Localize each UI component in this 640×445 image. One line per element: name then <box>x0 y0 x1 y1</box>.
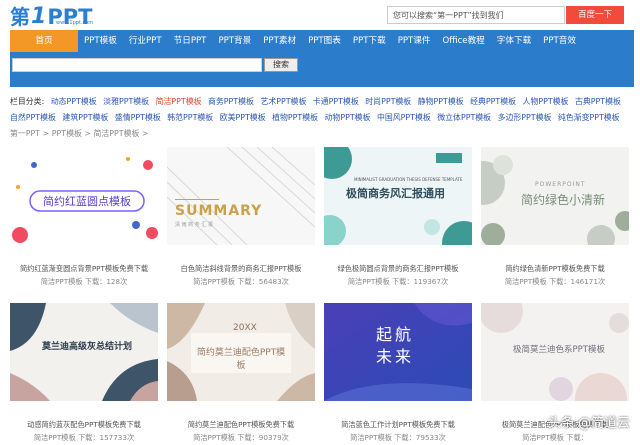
template-card[interactable]: 20XX 简约莫兰迪配色PPT模板 简约莫兰迪配色PPT模板免费下载 简洁PPT… <box>167 303 315 443</box>
template-title[interactable]: 简约红蓝渐变圆点背景PPT模板免费下载 <box>10 264 158 274</box>
nav-item-charts[interactable]: PPT图表 <box>302 30 347 52</box>
category-link[interactable]: 纯色渐变PPT模板 <box>558 113 620 122</box>
template-title[interactable]: 简约绿色清新PPT模板免费下载 <box>481 264 629 274</box>
template-card[interactable]: SUMMARY 清 雨 商 务 汇 报 白色简洁斜线背景的商务汇报PPT模板 简… <box>167 147 315 287</box>
baidu-search-button[interactable]: 百度一下 <box>566 6 624 24</box>
logo-url: www.1ppt.com <box>56 20 94 26</box>
template-title[interactable]: 简约莫兰迪配色PPT模板免费下载 <box>167 420 315 430</box>
template-card[interactable]: 莫兰迪高级灰总结计划 动感简约蓝灰配色PPT模板免费下载 简洁PPT模板 下载：… <box>10 303 158 443</box>
logo-zh: 第 <box>10 5 30 29</box>
nav-item-courseware[interactable]: PPT课件 <box>392 30 437 52</box>
nav-item-office[interactable]: Office教程 <box>437 30 491 52</box>
thumb-text: 莫兰迪高级灰总结计划 <box>42 342 133 352</box>
category-link[interactable]: 人物PPT模板 <box>523 97 569 106</box>
thumb-text: 简约绿色小清新 <box>521 193 606 207</box>
category-link[interactable]: 植物PPT模板 <box>272 113 318 122</box>
site-search-bar: 搜索 <box>10 52 634 87</box>
template-card[interactable]: 起航 未来 简洁蓝色工作计划PPT模板免费下载 简洁PPT模板 下载：79533… <box>324 303 472 443</box>
category-link[interactable]: 静物PPT模板 <box>418 97 464 106</box>
template-meta: 简洁PPT模板 下载：119367次 <box>347 277 449 286</box>
template-meta: 简洁PPT模板 下载：79533次 <box>350 433 446 442</box>
template-title[interactable]: 简洁蓝色工作计划PPT模板免费下载 <box>324 420 472 430</box>
template-meta: 简洁PPT模板 下载：157733次 <box>33 433 135 442</box>
template-title[interactable]: 动感简约蓝灰配色PPT模板免费下载 <box>10 420 158 430</box>
site-search-button[interactable]: 搜索 <box>264 58 298 72</box>
category-link[interactable]: 盛情PPT模板 <box>115 113 161 122</box>
thumb-sub: 20XX <box>233 323 257 333</box>
nav-item-holiday[interactable]: 节日PPT <box>168 30 213 52</box>
watermark: 头条 @简道云 <box>547 416 630 431</box>
template-thumbnail[interactable]: SUMMARY 清 雨 商 务 汇 报 <box>167 147 315 245</box>
template-thumbnail[interactable]: 简约红蓝圆点模板 <box>10 147 158 245</box>
template-title[interactable]: 白色简洁斜线背景的商务汇报PPT模板 <box>167 264 315 274</box>
category-link[interactable]: 经典PPT模板 <box>470 97 516 106</box>
category-link[interactable]: 中国风PPT模板 <box>377 113 431 122</box>
breadcrumb[interactable]: 第一PPT > PPT模板 > 简洁PPT模板 > <box>10 128 149 139</box>
thumb-text: 简约莫兰迪配色PPT模板 <box>196 348 286 371</box>
category-link[interactable]: 卡通PPT模板 <box>313 97 359 106</box>
template-thumbnail[interactable]: 起航 未来 <box>324 303 472 401</box>
category-link[interactable]: 动态PPT模板 <box>51 97 97 106</box>
site-logo[interactable]: 第 1 PPT www.1ppt.com <box>10 2 94 29</box>
site-search-input[interactable] <box>12 58 262 72</box>
thumb-sub: 未来 <box>376 347 415 366</box>
category-link[interactable]: 古典PPT模板 <box>575 97 621 106</box>
nav-item-home[interactable]: 首页 <box>10 30 78 52</box>
template-meta: 简洁PPT模板 下载：90379次 <box>193 433 289 442</box>
thumb-text: 简约红蓝圆点模板 <box>43 195 131 208</box>
template-card[interactable]: POWERPOINT 简约绿色小清新 简约绿色清新PPT模板免费下载 简洁PPT… <box>481 147 629 287</box>
template-meta: 简洁PPT模板 下载：56483次 <box>193 277 289 286</box>
template-thumbnail[interactable]: 20XX 简约莫兰迪配色PPT模板 <box>167 303 315 401</box>
nav-item-fonts[interactable]: 字体下载 <box>491 30 537 52</box>
category-row-1: 栏目分类: 动态PPT模板 淡雅PPT模板 简洁PPT模板 商务PPT模板 艺术… <box>10 94 634 110</box>
thumb-text: SUMMARY <box>175 203 263 219</box>
category-label: 栏目分类: <box>10 97 45 106</box>
category-link[interactable]: 时尚PPT模板 <box>365 97 411 106</box>
template-meta: 简洁PPT模板 下载： <box>522 433 588 442</box>
category-link[interactable]: 艺术PPT模板 <box>260 97 306 106</box>
template-meta: 简洁PPT模板 下载：146171次 <box>504 277 606 286</box>
template-card[interactable]: 简约红蓝圆点模板 简约红蓝渐变圆点背景PPT模板免费下载 简洁PPT模板 下载：… <box>10 147 158 287</box>
header: 第 1 PPT www.1ppt.com 您可以搜索“第一PPT”找到我们 百度… <box>0 0 640 30</box>
thumb-sub: POWERPOINT <box>535 181 586 188</box>
nav-item-backgrounds[interactable]: PPT背景 <box>212 30 257 52</box>
main-nav: 首页 PPT模板 行业PPT 节日PPT PPT背景 PPT素材 PPT图表 P… <box>10 30 634 52</box>
nav-item-download[interactable]: PPT下载 <box>347 30 392 52</box>
thumb-sub: MINIMALIST GRADUATION THESIS DEFENSE TEM… <box>354 177 463 182</box>
thumb-text: 起航 <box>376 325 415 344</box>
category-link[interactable]: 欧美PPT模板 <box>220 113 266 122</box>
category-row-2: 自然PPT模板 建筑PPT模板 盛情PPT模板 韩范PPT模板 欧美PPT模板 … <box>10 110 634 126</box>
category-link[interactable]: 动物PPT模板 <box>325 113 371 122</box>
template-card[interactable]: MINIMALIST GRADUATION THESIS DEFENSE TEM… <box>324 147 472 287</box>
template-thumbnail[interactable]: 莫兰迪高级灰总结计划 <box>10 303 158 401</box>
category-link[interactable]: 建筑PPT模板 <box>62 113 108 122</box>
thumb-text: 极简商务风汇报通用 <box>346 187 445 200</box>
template-meta: 简洁PPT模板 下载：128次 <box>40 277 128 286</box>
category-link[interactable]: 韩范PPT模板 <box>167 113 213 122</box>
template-thumbnail[interactable]: POWERPOINT 简约绿色小清新 <box>481 147 629 245</box>
template-title[interactable]: 绿色极简圆点背景的商务汇报PPT模板 <box>324 264 472 274</box>
thumb-text: 极简莫兰迪色系PPT模板 <box>513 345 605 355</box>
category-link[interactable]: 淡雅PPT模板 <box>103 97 149 106</box>
top-search-input[interactable]: 您可以搜索“第一PPT”找到我们 <box>387 6 565 24</box>
category-link[interactable]: 微立体PPT模板 <box>437 113 491 122</box>
nav-item-industry[interactable]: 行业PPT <box>123 30 168 52</box>
category-link[interactable]: 自然PPT模板 <box>10 113 56 122</box>
template-thumbnail[interactable]: 极简莫兰迪色系PPT模板 <box>481 303 629 401</box>
template-thumbnail[interactable]: MINIMALIST GRADUATION THESIS DEFENSE TEM… <box>324 147 472 245</box>
nav-item-materials[interactable]: PPT素材 <box>257 30 302 52</box>
nav-item-ppt-templates[interactable]: PPT模板 <box>78 30 123 52</box>
thumb-sub: 清 雨 商 务 汇 报 <box>175 222 213 228</box>
category-link-active[interactable]: 简洁PPT模板 <box>156 97 202 106</box>
nav-item-sounds[interactable]: PPT音效 <box>537 30 582 52</box>
category-list: 栏目分类: 动态PPT模板 淡雅PPT模板 简洁PPT模板 商务PPT模板 艺术… <box>10 94 634 126</box>
logo-one: 1 <box>31 4 47 29</box>
category-link[interactable]: 商务PPT模板 <box>208 97 254 106</box>
category-link[interactable]: 多边形PPT模板 <box>498 113 552 122</box>
